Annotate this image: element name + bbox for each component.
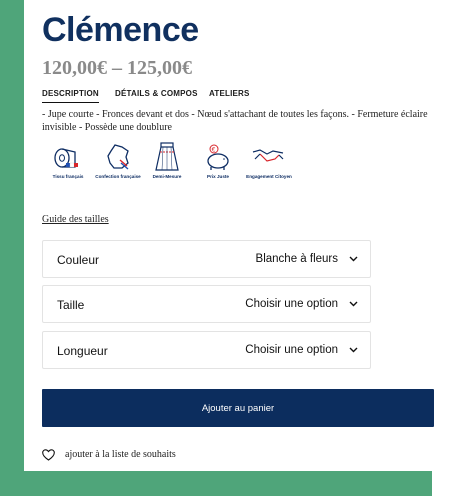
frame-corner — [432, 471, 457, 496]
badge-label: Tissu français — [52, 174, 84, 179]
length-select[interactable]: Longueur Choisir une option — [42, 331, 371, 369]
handshake-icon — [252, 149, 284, 162]
option-label: Longueur — [57, 344, 108, 358]
tab-details-compos[interactable]: DÉTAILS & COMPOS — [115, 89, 198, 98]
fabric-roll-icon — [54, 148, 78, 168]
option-value: Choisir une option — [245, 344, 338, 356]
heart-icon — [42, 449, 55, 461]
skirt-icon — [155, 142, 179, 171]
add-to-cart-button[interactable]: Ajouter au panier — [42, 389, 434, 427]
green-frame-left — [0, 0, 24, 496]
green-frame-bottom — [0, 471, 457, 496]
badge-label: Demi-Mesure — [152, 174, 182, 179]
badge-label: Engagement Citoyen — [246, 174, 292, 179]
piggy-bank-icon: € — [207, 144, 229, 170]
france-map-icon — [107, 144, 129, 170]
option-value: Blanche à fleurs — [255, 253, 338, 265]
badge-label: Prix Juste — [207, 174, 229, 179]
product-title: Clémence — [42, 11, 199, 49]
tab-description[interactable]: DESCRIPTION — [42, 89, 99, 103]
wishlist-label: ajouter à la liste de souhaits — [65, 449, 176, 460]
badge-label: Confection française — [95, 174, 141, 179]
badge-engagement-citoyen: Engagement Citoyen — [243, 142, 295, 179]
chevron-down-icon — [349, 347, 358, 353]
badge-prix-juste: € Prix Juste — [192, 142, 244, 179]
product-description: - Jupe courte - Fronces devant et dos - … — [42, 109, 428, 133]
product-badges: Tissu français Confection française Demi… — [42, 142, 302, 192]
chevron-down-icon — [349, 256, 358, 262]
svg-text:€: € — [212, 146, 216, 153]
product-price: 120,00€ – 125,00€ — [42, 57, 192, 79]
color-select[interactable]: Couleur Blanche à fleurs — [42, 240, 371, 278]
chevron-down-icon — [349, 301, 358, 307]
badge-demi-mesure: Demi-Mesure — [141, 142, 193, 179]
option-label: Couleur — [57, 253, 100, 267]
size-select[interactable]: Taille Choisir une option — [42, 285, 371, 323]
option-value: Choisir une option — [245, 298, 338, 310]
badge-confection-francaise: Confection française — [92, 142, 144, 179]
option-label: Taille — [57, 298, 85, 312]
badge-tissu-francais: Tissu français — [42, 142, 94, 179]
size-guide-link[interactable]: Guide des tailles — [42, 214, 109, 225]
tab-ateliers[interactable]: ATELIERS — [209, 89, 250, 98]
